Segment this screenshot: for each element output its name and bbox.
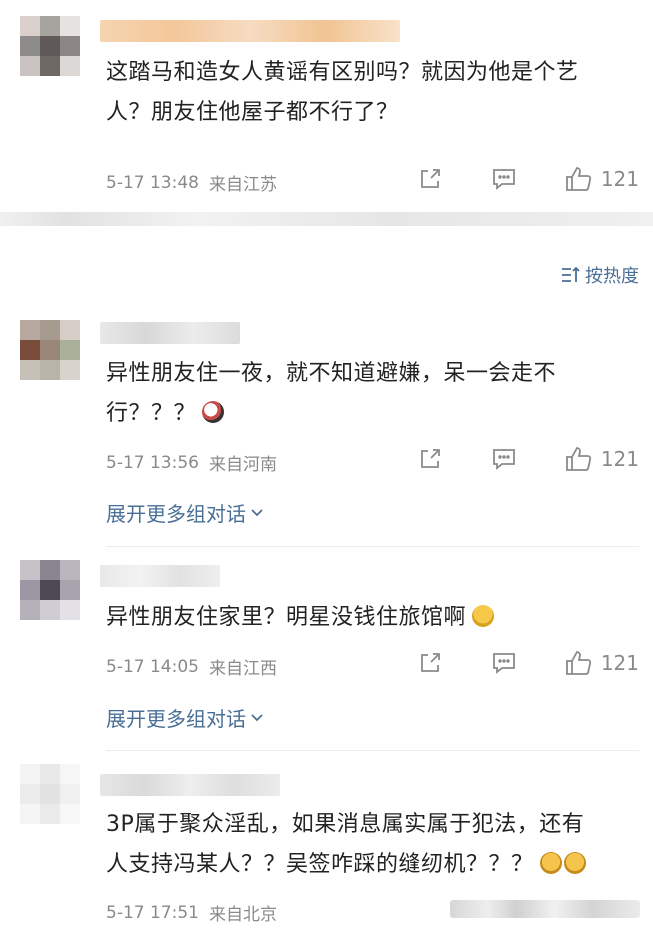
sort-icon (562, 266, 580, 282)
emoji-icon (472, 605, 495, 627)
comment-meta: 5-17 17:51 来自北京 (106, 900, 277, 926)
reply-icon[interactable] (491, 167, 517, 191)
like-count: 121 (600, 167, 639, 191)
chevron-down-icon (251, 713, 263, 721)
chevron-down-icon (251, 508, 263, 516)
comment-actions: 121 (417, 166, 639, 192)
reply-icon[interactable] (491, 447, 517, 471)
expand-conversation-link[interactable]: 展开更多组对话 (106, 703, 264, 732)
comment-actions: 121 (417, 446, 639, 472)
like-count: 121 (600, 447, 639, 471)
sort-toggle[interactable]: 按热度 (561, 262, 639, 288)
like-button[interactable]: 121 (565, 650, 639, 676)
like-icon (565, 447, 591, 471)
divider (106, 546, 639, 547)
avatar[interactable] (20, 764, 80, 824)
like-button[interactable]: 121 (565, 166, 639, 192)
emoji-icon (539, 852, 562, 874)
comment-meta: 5-17 13:48 来自江苏 (106, 170, 277, 196)
like-icon (565, 651, 591, 675)
comment-time: 5-17 13:56 (106, 452, 199, 473)
username[interactable] (100, 774, 280, 796)
comment-location: 来自北京 (208, 905, 277, 925)
emoji-icon (563, 852, 586, 874)
comment-time: 5-17 17:51 (106, 902, 199, 923)
comment-meta: 5-17 14:05 来自江西 (106, 654, 277, 680)
comment-time: 5-17 13:48 (106, 172, 199, 193)
like-count: 121 (600, 651, 639, 675)
emoji-icon (202, 401, 225, 423)
comment-text: 异性朋友住一夜，就不知道避嫌，呆一会走不 行？？？ (106, 361, 557, 426)
avatar[interactable] (20, 560, 80, 620)
share-icon[interactable] (417, 447, 443, 471)
expand-conversation-link[interactable]: 展开更多组对话 (106, 498, 264, 527)
username[interactable] (100, 322, 240, 344)
comment-text: 这踏马和造女人黄谣有区别吗？就因为他是个艺 人？朋友住他屋子都不行了？ (106, 60, 579, 125)
username[interactable] (100, 565, 220, 587)
comment-text: 3P属于聚众淫乱，如果消息属实属于犯法，还有 人支持冯某人？？吴签咋踩的缝纫机？… (106, 812, 586, 877)
like-icon (565, 167, 591, 191)
comment-location: 来自江西 (208, 659, 277, 679)
comment-meta: 5-17 13:56 来自河南 (106, 450, 277, 476)
comment-text: 异性朋友住家里？明星没钱住旅馆啊 (106, 598, 636, 638)
avatar[interactable] (20, 16, 80, 76)
comment-time: 5-17 14:05 (106, 656, 199, 677)
blurred-actions (450, 900, 640, 918)
divider (106, 750, 639, 751)
section-separator (0, 212, 653, 226)
comment-actions: 121 (417, 650, 639, 676)
username[interactable] (100, 20, 400, 42)
like-button[interactable]: 121 (565, 446, 639, 472)
share-icon[interactable] (417, 167, 443, 191)
avatar[interactable] (20, 320, 80, 380)
share-icon[interactable] (417, 651, 443, 675)
reply-icon[interactable] (491, 651, 517, 675)
comment-location: 来自河南 (208, 455, 277, 475)
comment-location: 来自江苏 (208, 175, 277, 195)
